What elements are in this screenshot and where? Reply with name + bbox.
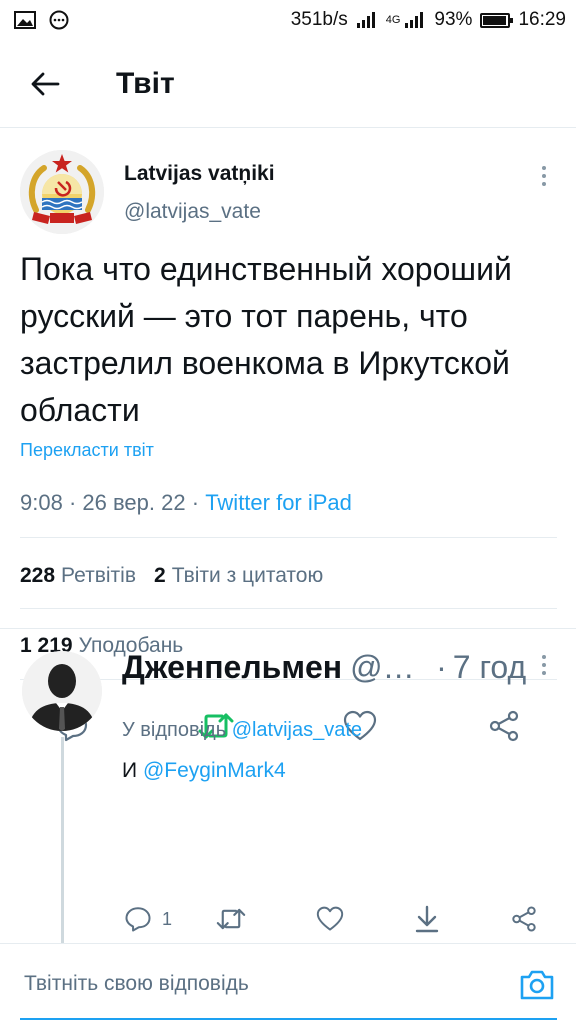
divider <box>20 537 557 538</box>
reply-mention[interactable]: @FeyginMark4 <box>143 759 286 782</box>
network-type: 4G <box>385 14 401 26</box>
page-title: Твіт <box>116 66 175 100</box>
status-bar: 351b/s 4G 93% 16:29 <box>0 0 576 40</box>
reply-like-button[interactable] <box>316 897 344 941</box>
thread-line <box>61 737 64 943</box>
camera-button[interactable] <box>518 966 556 1004</box>
author-name[interactable]: Latvijas vatņiki <box>124 162 275 186</box>
download-icon <box>415 905 439 933</box>
quotes-stat[interactable]: 2 Твіти з цитатою <box>154 564 323 588</box>
clock: 16:29 <box>518 9 566 30</box>
tweet-meta: 9:08 · 26 вер. 22 · Twitter for iPad <box>20 490 352 516</box>
gallery-icon <box>14 11 36 29</box>
quotes-label: Твіти з цитатою <box>171 564 324 587</box>
divider <box>20 608 557 609</box>
reply-header: Дженпельмен @yoghurtfan · 7 год <box>122 649 572 686</box>
more-vertical-icon <box>542 655 546 675</box>
meta-separator: · <box>68 490 77 515</box>
retweet-stats: 228 Ретвітів 2 Твіти з цитатою <box>20 564 323 588</box>
avatar[interactable] <box>22 651 102 731</box>
reply-text: И @FeyginMark4 <box>122 759 286 783</box>
reply-retweet-button[interactable] <box>216 897 246 941</box>
replying-to: У відповідь @latvijas_vate <box>122 719 362 742</box>
signal-4g-icon <box>404 11 426 29</box>
tweet-time: 9:08 <box>20 490 63 515</box>
camera-icon <box>520 970 554 1000</box>
reply-composer: Твітніть свою відповідь <box>0 944 576 1024</box>
retweet-icon <box>216 908 246 930</box>
download-button[interactable] <box>414 897 440 941</box>
top-bar: Твіт <box>0 40 576 128</box>
translate-tweet-link[interactable]: Перекласти твіт <box>20 440 154 461</box>
author-handle[interactable]: @latvijas_vate <box>124 200 261 224</box>
replying-to-handle[interactable]: @latvijas_vate <box>232 719 362 741</box>
battery-level <box>483 15 506 25</box>
comment-icon <box>125 907 151 932</box>
reply-tweet[interactable]: Дженпельмен @yoghurtfan · 7 год У відпов… <box>0 629 576 943</box>
more-options-button[interactable] <box>530 162 558 190</box>
replying-to-label: У відповідь <box>122 719 227 741</box>
heart-icon <box>316 906 344 931</box>
reply-share-button[interactable] <box>510 897 538 941</box>
signal-icon <box>356 11 378 29</box>
reply-reply-button[interactable]: 1 <box>124 897 172 941</box>
reply-time: 7 год <box>452 649 527 685</box>
retweets-stat[interactable]: 228 Ретвітів <box>20 564 136 588</box>
reply-more-options-button[interactable] <box>530 651 558 679</box>
reply-count: 1 <box>162 908 173 929</box>
composer-underline <box>20 1018 557 1020</box>
quotes-count: 2 <box>154 564 166 587</box>
share-icon <box>512 906 536 932</box>
avatar[interactable] <box>20 150 104 234</box>
more-vertical-icon <box>542 166 546 186</box>
arrow-left-icon <box>31 72 60 95</box>
retweets-count: 228 <box>20 564 56 587</box>
default-person-avatar-icon <box>22 651 102 731</box>
meta-separator: · <box>191 490 200 515</box>
reply-text-prefix: И <box>122 759 138 782</box>
meta-separator: · <box>436 649 447 685</box>
reply-actions: 1 <box>110 897 570 941</box>
battery-percent: 93% <box>434 9 473 30</box>
tweet-date: 26 вер. 22 <box>82 490 186 515</box>
reply-author-name[interactable]: Дженпельмен <box>122 649 342 686</box>
battery-icon <box>480 12 514 28</box>
retweets-label: Ретвітів <box>61 564 136 587</box>
net-speed: 351b/s <box>290 9 348 30</box>
reply-author-handle[interactable]: @yoghurtfan <box>350 649 428 686</box>
back-button[interactable] <box>0 40 90 128</box>
tweet-text: Пока что единственный хороший русский — … <box>20 251 512 428</box>
reply-input[interactable]: Твітніть свою відповідь <box>24 972 249 996</box>
tweet-source-link[interactable]: Twitter for iPad <box>205 490 352 515</box>
emblem-avatar-icon <box>20 150 104 234</box>
chat-bubble-icon <box>48 10 70 30</box>
